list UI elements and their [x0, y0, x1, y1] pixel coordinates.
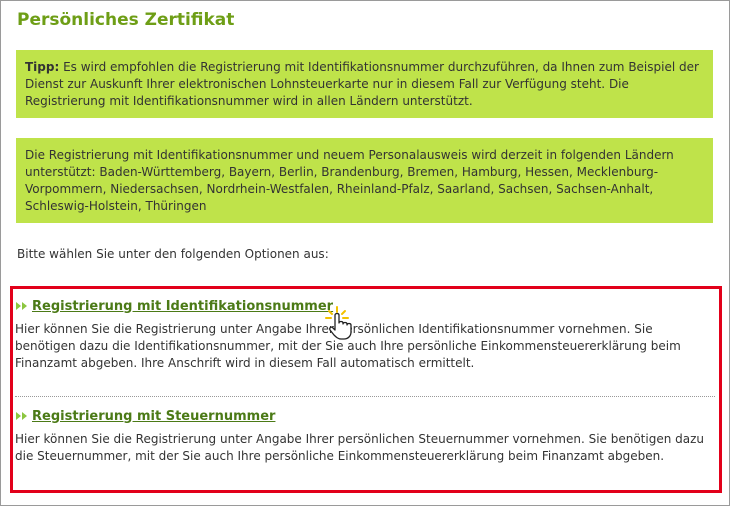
option-description: Hier können Sie die Registrierung unter …	[15, 322, 681, 370]
page-title: Persönliches Zertifikat	[17, 10, 235, 30]
registrierung-steuernummer-link[interactable]: Registrierung mit Steuernummer	[32, 409, 275, 424]
double-arrow-right-icon	[15, 411, 29, 421]
registration-options-highlight: Registrierung mit Identifikationsnummer …	[10, 286, 722, 493]
hand-pointer-cursor-icon	[323, 305, 359, 341]
tip-text: Es wird empfohlen die Registrierung mit …	[25, 60, 699, 108]
supported-states-box: Die Registrierung mit Identifikationsnum…	[16, 138, 713, 223]
content-frame: Persönliches Zertifikat Tipp: Es wird em…	[0, 0, 730, 506]
tip-label: Tipp:	[25, 60, 60, 74]
option-description: Hier können Sie die Registrierung unter …	[15, 432, 705, 463]
registrierung-identifikationsnummer-link[interactable]: Registrierung mit Identifikationsnummer	[32, 299, 333, 314]
double-arrow-right-icon	[15, 301, 29, 311]
option-separator	[15, 396, 715, 397]
options-prompt: Bitte wählen Sie unter den folgenden Opt…	[17, 247, 329, 261]
supported-states-text: Die Registrierung mit Identifikationsnum…	[25, 148, 674, 213]
option-steuernummer: Registrierung mit Steuernummer Hier könn…	[15, 405, 715, 465]
option-heading: Registrierung mit Identifikationsnummer	[15, 295, 715, 317]
option-heading: Registrierung mit Steuernummer	[15, 405, 715, 427]
tip-box: Tipp: Es wird empfohlen die Registrierun…	[16, 50, 713, 118]
option-identifikationsnummer: Registrierung mit Identifikationsnummer …	[15, 295, 715, 372]
